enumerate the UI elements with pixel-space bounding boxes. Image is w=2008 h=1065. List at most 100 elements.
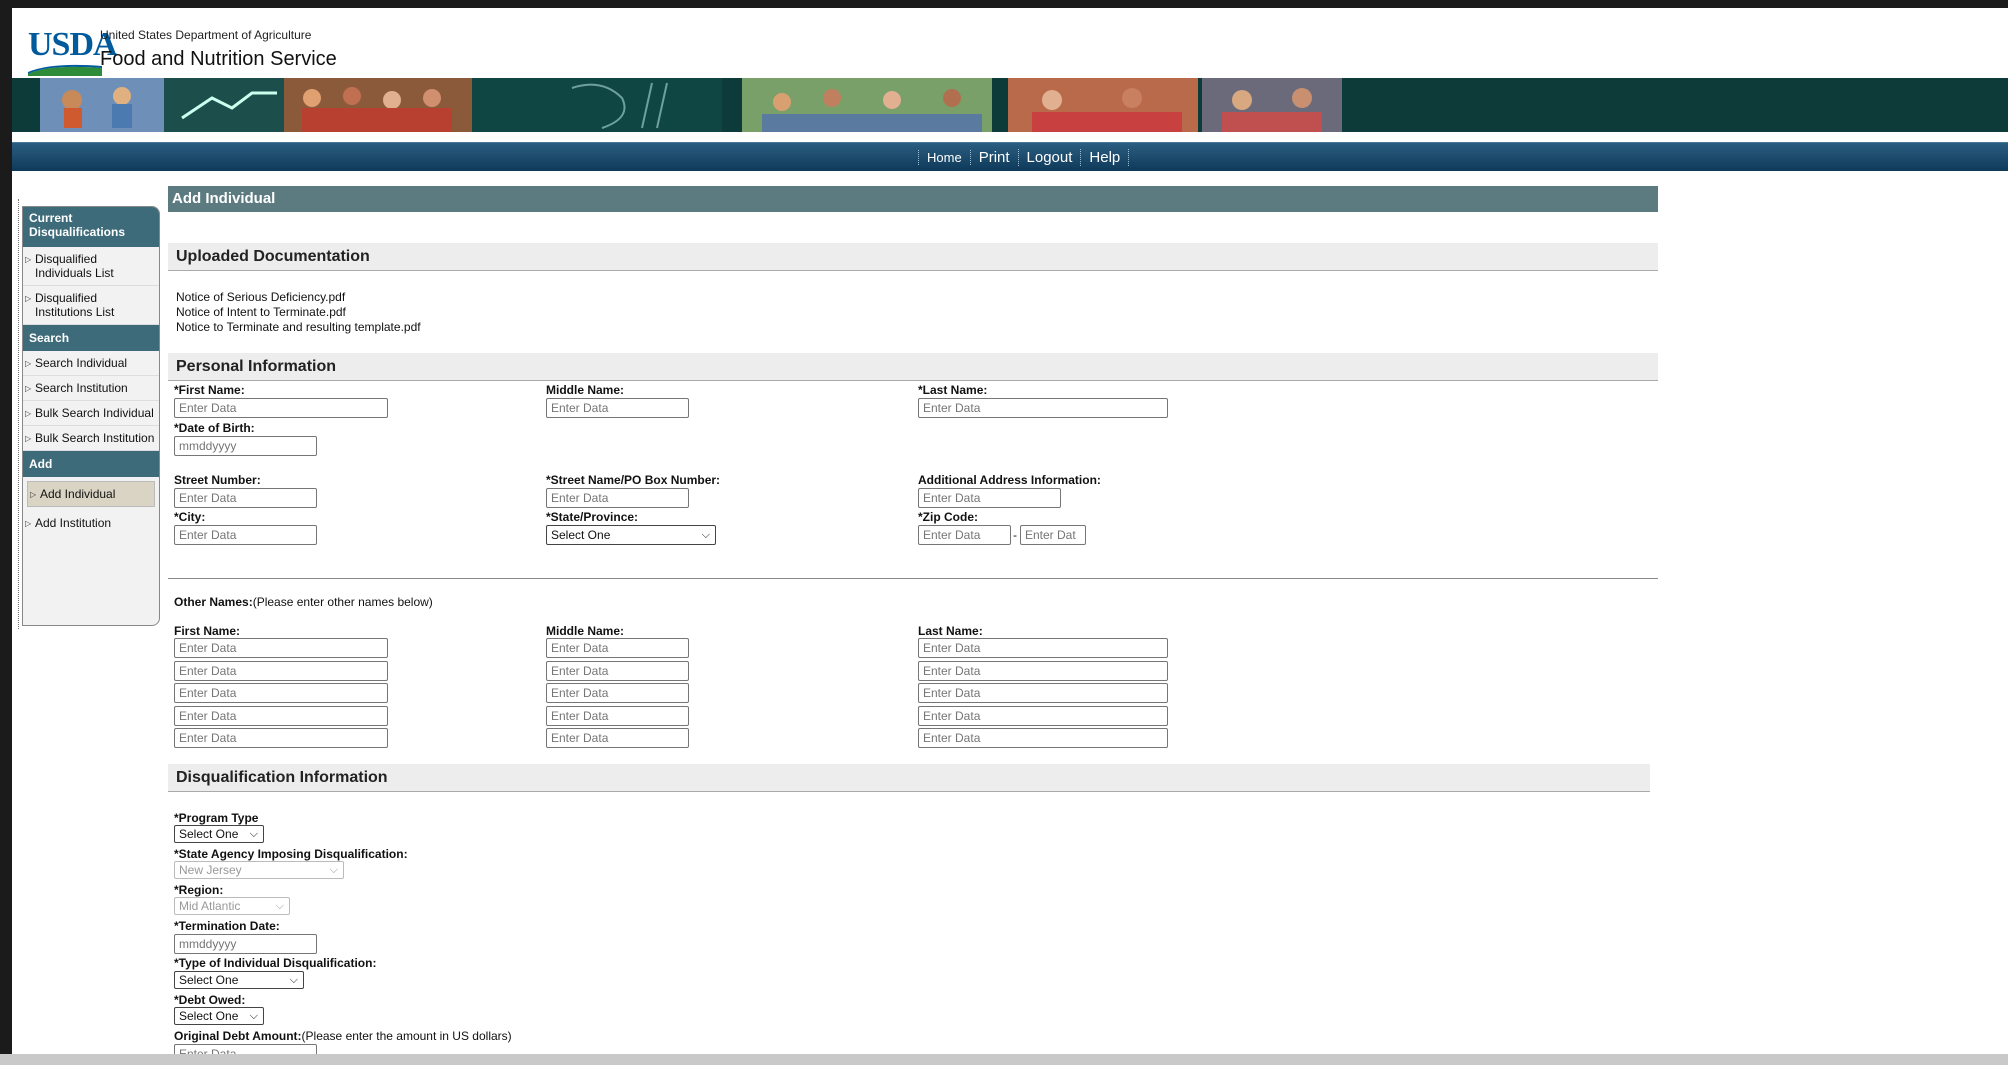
region-value: Mid Atlantic bbox=[179, 899, 241, 913]
other-first-name-input[interactable] bbox=[174, 705, 388, 726]
other-middle-name-input[interactable] bbox=[546, 705, 689, 726]
other-middle-name-input[interactable] bbox=[546, 683, 689, 703]
street-number-label: Street Number: bbox=[174, 473, 261, 487]
sidebar-section-add: Add bbox=[23, 451, 159, 477]
section-divider bbox=[168, 578, 1658, 579]
sidebar-section-current-disqualifications: Current Disqualifications bbox=[23, 207, 159, 247]
other-last-name-input[interactable] bbox=[918, 660, 1168, 681]
sidebar-item-disqualified-institutions[interactable]: ▷ Disqualified Institutions List bbox=[23, 286, 159, 325]
other-names-label: Other Names:(Please enter other names be… bbox=[174, 595, 433, 609]
window-bottom-bar bbox=[0, 1054, 2008, 1065]
nav-logout-link[interactable]: Logout bbox=[1019, 148, 1082, 166]
triangle-right-icon: ▷ bbox=[25, 294, 32, 303]
first-name-input[interactable] bbox=[174, 398, 388, 418]
other-last-name-input[interactable] bbox=[918, 705, 1168, 726]
chevron-down-icon: ⌵ bbox=[249, 828, 258, 840]
other-last-name-input[interactable] bbox=[918, 728, 1168, 748]
usda-logo[interactable]: USDA bbox=[28, 26, 118, 78]
region-label: *Region: bbox=[174, 883, 224, 897]
uploaded-file-link[interactable]: Notice of Intent to Terminate.pdf bbox=[176, 305, 421, 320]
chevron-down-icon: ⌵ bbox=[249, 1010, 258, 1022]
other-first-name-input[interactable] bbox=[174, 638, 388, 658]
sidebar-item-search-individual[interactable]: ▷ Search Individual bbox=[23, 351, 159, 376]
nav-home-link[interactable]: Home bbox=[918, 149, 971, 165]
disqualification-type-value: Select One bbox=[179, 973, 239, 987]
street-name-input[interactable] bbox=[546, 488, 689, 508]
chevron-down-icon: ⌵ bbox=[275, 900, 284, 912]
additional-address-input[interactable] bbox=[918, 488, 1061, 508]
state-select[interactable]: Select One ⌵ bbox=[546, 525, 716, 545]
sidebar-item-label: Disqualified Individuals List bbox=[35, 252, 114, 280]
nav-print-link[interactable]: Print bbox=[971, 148, 1019, 166]
middle-name-input[interactable] bbox=[546, 398, 689, 418]
original-debt-label: Original Debt Amount:(Please enter the a… bbox=[174, 1029, 512, 1043]
banner-photos bbox=[40, 78, 1342, 132]
sidebar-section-search: Search bbox=[23, 325, 159, 351]
disqualification-type-label: *Type of Individual Disqualification: bbox=[174, 956, 377, 970]
sidebar-item-add-institution[interactable]: ▷ Add Institution bbox=[23, 511, 159, 535]
other-middle-name-input[interactable] bbox=[546, 728, 689, 748]
sidebar-item-label: Bulk Search Individual bbox=[35, 406, 154, 420]
triangle-right-icon: ▷ bbox=[25, 255, 32, 264]
chevron-down-icon: ⌵ bbox=[701, 529, 710, 541]
sidebar-item-add-individual[interactable]: ▷ Add Individual bbox=[27, 481, 155, 507]
zip-code-input[interactable] bbox=[918, 525, 1011, 545]
street-number-input[interactable] bbox=[174, 488, 317, 508]
triangle-right-icon: ▷ bbox=[25, 519, 32, 528]
other-last-name-label: Last Name: bbox=[918, 624, 983, 638]
city-label: *City: bbox=[174, 510, 206, 524]
date-of-birth-label: *Date of Birth: bbox=[174, 421, 255, 435]
state-label: *State/Province: bbox=[546, 510, 639, 524]
state-agency-select[interactable]: New Jersey ⌵ bbox=[174, 861, 344, 879]
other-first-name-input[interactable] bbox=[174, 683, 388, 703]
chevron-down-icon: ⌵ bbox=[329, 864, 338, 876]
service-name: Food and Nutrition Service bbox=[100, 48, 337, 70]
date-of-birth-input[interactable] bbox=[174, 436, 317, 456]
original-debt-title: Original Debt Amount: bbox=[174, 1029, 302, 1043]
uploaded-file-link[interactable]: Notice of Serious Deficiency.pdf bbox=[176, 290, 421, 305]
other-first-name-input[interactable] bbox=[174, 728, 388, 748]
other-names-note: (Please enter other names below) bbox=[252, 595, 433, 609]
street-name-label: *Street Name/PO Box Number: bbox=[546, 473, 721, 487]
program-type-select[interactable]: Select One ⌵ bbox=[174, 825, 264, 843]
uploaded-file-link[interactable]: Notice to Terminate and resulting templa… bbox=[176, 320, 421, 335]
sidebar-item-bulk-search-individual[interactable]: ▷ Bulk Search Individual bbox=[23, 401, 159, 426]
sidebar-item-label: Bulk Search Institution bbox=[35, 431, 155, 445]
other-last-name-input[interactable] bbox=[918, 683, 1168, 703]
nav-help-link[interactable]: Help bbox=[1081, 148, 1130, 166]
termination-date-label: *Termination Date: bbox=[174, 919, 280, 933]
debt-owed-label: *Debt Owed: bbox=[174, 993, 246, 1007]
banner-spacer bbox=[12, 132, 2008, 142]
sidebar-item-disqualified-individuals[interactable]: ▷ Disqualified Individuals List bbox=[23, 247, 159, 286]
debt-owed-select[interactable]: Select One ⌵ bbox=[174, 1007, 264, 1025]
other-first-name-input[interactable] bbox=[174, 660, 388, 681]
triangle-right-icon: ▷ bbox=[25, 359, 32, 368]
state-agency-label: *State Agency Imposing Disqualification: bbox=[174, 847, 408, 861]
first-name-label: *First Name: bbox=[174, 383, 245, 397]
last-name-input[interactable] bbox=[918, 398, 1168, 418]
other-last-name-input[interactable] bbox=[918, 638, 1168, 658]
other-names-title: Other Names: bbox=[174, 595, 253, 609]
city-input[interactable] bbox=[174, 525, 317, 545]
header-banner bbox=[12, 78, 2008, 132]
sidebar-item-search-institution[interactable]: ▷ Search Institution bbox=[23, 376, 159, 401]
sidebar-item-bulk-search-institution[interactable]: ▷ Bulk Search Institution bbox=[23, 426, 159, 451]
triangle-right-icon: ▷ bbox=[25, 384, 32, 393]
triangle-right-icon: ▷ bbox=[25, 434, 32, 443]
sidebar-item-label: Add Individual bbox=[40, 487, 116, 501]
disqualification-type-select[interactable]: Select One ⌵ bbox=[174, 971, 304, 989]
page-title: Add Individual bbox=[168, 186, 1658, 212]
other-middle-name-input[interactable] bbox=[546, 660, 689, 681]
zip-extension-input[interactable] bbox=[1020, 525, 1086, 545]
triangle-right-icon: ▷ bbox=[30, 490, 37, 499]
state-select-value: Select One bbox=[551, 528, 611, 542]
other-middle-name-input[interactable] bbox=[546, 638, 689, 658]
region-select[interactable]: Mid Atlantic ⌵ bbox=[174, 897, 290, 915]
program-type-value: Select One bbox=[179, 827, 239, 841]
sidebar-item-label: Disqualified Institutions List bbox=[35, 291, 115, 319]
sidebar-item-label: Search Individual bbox=[35, 356, 128, 370]
sidebar-item-label: Add Institution bbox=[35, 516, 112, 530]
termination-date-input[interactable] bbox=[174, 934, 317, 954]
usda-logo-wave-icon bbox=[28, 64, 102, 76]
other-first-name-label: First Name: bbox=[174, 624, 241, 638]
